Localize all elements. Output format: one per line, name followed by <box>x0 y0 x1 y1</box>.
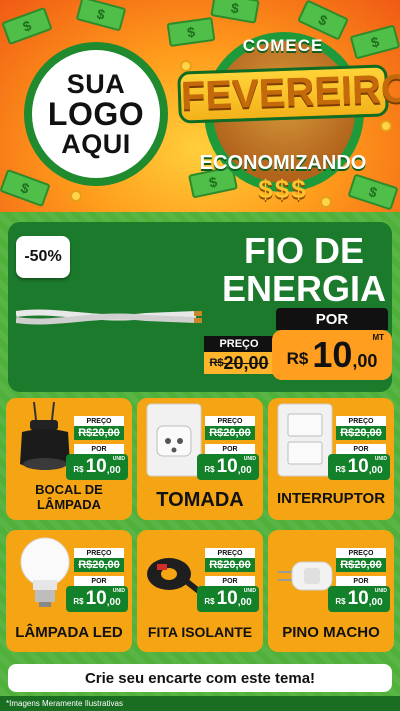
preco-label: PREÇO <box>336 548 386 558</box>
new-price-decimal: ,00 <box>237 596 252 608</box>
preco-label: PREÇO <box>336 416 386 426</box>
price-unit: UNID <box>374 588 387 594</box>
old-price: R$20,00 <box>336 558 386 572</box>
new-price-currency: R$ <box>204 465 215 474</box>
campaign-badge: COMECE FEVEREIRO ECONOMIZANDO $$$ <box>177 24 400 208</box>
old-price: R$20,00 <box>74 426 124 440</box>
new-price-integer: 10 <box>216 456 238 477</box>
product-name: BOCAL DE LÂMPADA <box>35 482 103 512</box>
old-price-value: R$20,00 <box>209 427 251 439</box>
money-bill-icon: $ <box>1 6 53 46</box>
product-name: PINO MACHO <box>282 624 380 641</box>
new-price-tag: R$ 10 ,00 UNID <box>328 454 390 480</box>
new-price-currency: R$ <box>335 597 346 606</box>
product-name: TOMADA <box>156 489 244 511</box>
product-card[interactable]: PREÇO R$20,00 POR R$ 10 ,00 UNID TOMADA <box>137 398 263 520</box>
price-unit: UNID <box>243 588 256 594</box>
old-price: R$20,00 <box>204 352 274 374</box>
new-price-integer: 10 <box>347 588 369 609</box>
new-price-decimal: ,00 <box>368 464 383 476</box>
preco-label: PREÇO <box>74 416 124 426</box>
por-label: POR <box>336 444 386 454</box>
price-unit: UNID <box>243 456 256 462</box>
new-price-integer: 10 <box>85 456 107 477</box>
new-price-currency: R$ <box>204 597 215 606</box>
price-unit: UNID <box>374 456 387 462</box>
price-unit: MT <box>372 333 384 342</box>
por-label: POR <box>276 308 388 330</box>
product-name: FITA ISOLANTE <box>147 624 253 640</box>
new-price-decimal: ,00 <box>106 596 121 608</box>
new-price-decimal: ,00 <box>352 350 378 371</box>
new-price-tag: R$ 10 ,00 UNID <box>328 586 390 612</box>
logo-placeholder[interactable]: SUA LOGO AQUI <box>24 42 168 186</box>
campaign-bottom-text: ECONOMIZANDO <box>199 152 367 174</box>
old-price-value: R$20,00 <box>340 559 382 571</box>
por-label: POR <box>205 444 255 454</box>
old-price-value: R$20,00 <box>209 559 251 571</box>
coin-icon <box>70 190 82 202</box>
money-bill-icon: $ <box>75 0 127 32</box>
preco-label: PREÇO <box>74 548 124 558</box>
por-label: POR <box>74 576 124 586</box>
new-price-integer: 10 <box>216 588 238 609</box>
old-price-value: 20,00 <box>223 352 269 373</box>
preco-label: PREÇO <box>205 416 255 426</box>
new-price-decimal: ,00 <box>106 464 121 476</box>
old-price-currency: R$ <box>209 357 224 369</box>
old-price-value: R$20,00 <box>340 427 382 439</box>
logo-text-line1: SUA <box>66 69 126 99</box>
new-price-tag: R$ 10 ,00 UNID <box>197 586 259 612</box>
product-card[interactable]: PREÇO R$20,00 POR R$ 10 ,00 UNID INTERRU… <box>268 398 394 520</box>
old-price: R$20,00 <box>336 426 386 440</box>
preco-label: PREÇO <box>205 548 255 558</box>
new-price-currency: R$ <box>73 597 84 606</box>
product-card[interactable]: PREÇO R$20,00 POR R$ 10 ,00 UNID LÂMPADA… <box>6 530 132 652</box>
discount-badge: -50% <box>16 236 70 278</box>
new-price-tag: R$ 10 ,00 UNID <box>197 454 259 480</box>
price-unit: UNID <box>112 456 125 462</box>
product-card[interactable]: PREÇO R$20,00 POR R$ 10 ,00 UNID BOCAL D… <box>6 398 132 520</box>
hero-title-line1: FIO DE <box>243 230 364 271</box>
money-bill-icon: $ <box>210 0 260 24</box>
por-label: POR <box>336 576 386 586</box>
new-price-integer: 10 <box>312 334 353 375</box>
new-price-tag: R$ 10 ,00 MT <box>272 330 392 380</box>
hero-product-card[interactable]: -50% FIO DE ENERGIA POR PREÇO R$ 20,00 R$… <box>8 222 392 392</box>
new-price-currency: R$ <box>73 465 84 474</box>
product-name: INTERRUPTOR <box>276 490 386 507</box>
new-price-currency: R$ <box>286 349 309 368</box>
new-price-decimal: ,00 <box>237 464 252 476</box>
new-price-tag: R$ 10 ,00 UNID <box>66 586 128 612</box>
electric-wire-image <box>16 309 202 325</box>
logo-text-line2: LOGO <box>47 96 145 132</box>
old-price: R$20,00 <box>205 426 255 440</box>
campaign-symbols: $$$ <box>258 174 308 204</box>
hero-title-line2: ENERGIA <box>221 268 387 309</box>
create-flyer-button[interactable]: Crie seu encarte com este tema! <box>8 664 392 692</box>
old-price: R$20,00 <box>74 558 124 572</box>
preco-label: PREÇO <box>204 336 274 352</box>
disclaimer-note: *Imagens Meramente Ilustrativas <box>0 696 400 711</box>
new-price-decimal: ,00 <box>368 596 383 608</box>
old-price-value: R$20,00 <box>78 559 120 571</box>
header-banner: $ $ $ $ $ $ $ $ $ SUA LOGO AQUI COMECE F… <box>0 0 400 212</box>
product-card[interactable]: PREÇO R$20,00 POR R$ 10 ,00 UNID PINO MA… <box>268 530 394 652</box>
product-name: LÂMPADA LED <box>15 624 123 641</box>
new-price-integer: 10 <box>347 456 369 477</box>
por-label: POR <box>205 576 255 586</box>
new-price-integer: 10 <box>85 588 107 609</box>
old-price-value: R$20,00 <box>78 427 120 439</box>
price-unit: UNID <box>112 588 125 594</box>
campaign-top-text: COMECE <box>242 36 324 55</box>
logo-text-line3: AQUI <box>61 129 131 159</box>
new-price-tag: R$ 10 ,00 UNID <box>66 454 128 480</box>
campaign-month: FEVEREIRO <box>177 64 400 124</box>
product-card[interactable]: PREÇO R$20,00 POR R$ 10 ,00 UNID FITA IS… <box>137 530 263 652</box>
new-price-currency: R$ <box>335 465 346 474</box>
hero-title: FIO DE ENERGIA <box>216 232 392 308</box>
por-label: POR <box>74 444 124 454</box>
old-price: R$20,00 <box>205 558 255 572</box>
money-bill-icon: $ <box>0 168 51 208</box>
